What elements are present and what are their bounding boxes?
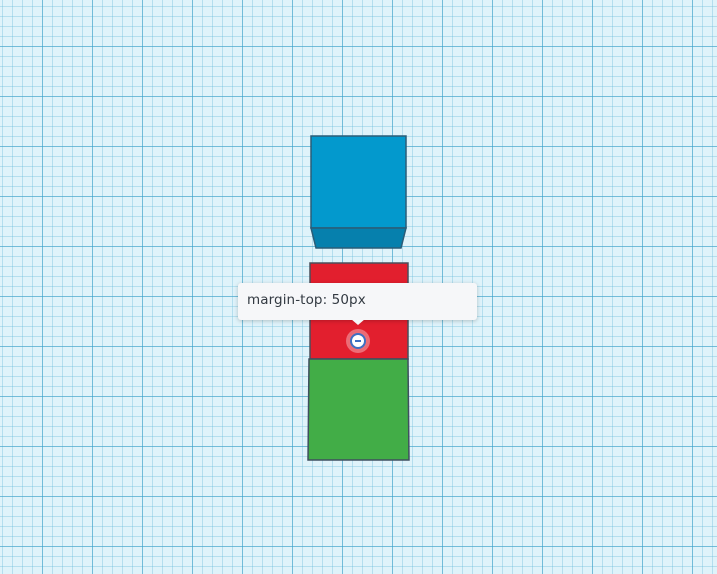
green-box[interactable] bbox=[307, 358, 410, 461]
margin-handle[interactable] bbox=[348, 331, 368, 351]
tooltip-arrow bbox=[351, 319, 365, 325]
blue-box[interactable] bbox=[310, 135, 407, 249]
blue-box-front-face bbox=[310, 227, 407, 249]
margin-tooltip: margin-top: 50px bbox=[238, 283, 477, 320]
minus-dash bbox=[355, 340, 361, 342]
green-box-face bbox=[307, 358, 410, 461]
margin-tooltip-text: margin-top: 50px bbox=[247, 292, 366, 308]
blue-box-top-face bbox=[310, 135, 407, 229]
minus-circle-icon bbox=[350, 333, 366, 349]
